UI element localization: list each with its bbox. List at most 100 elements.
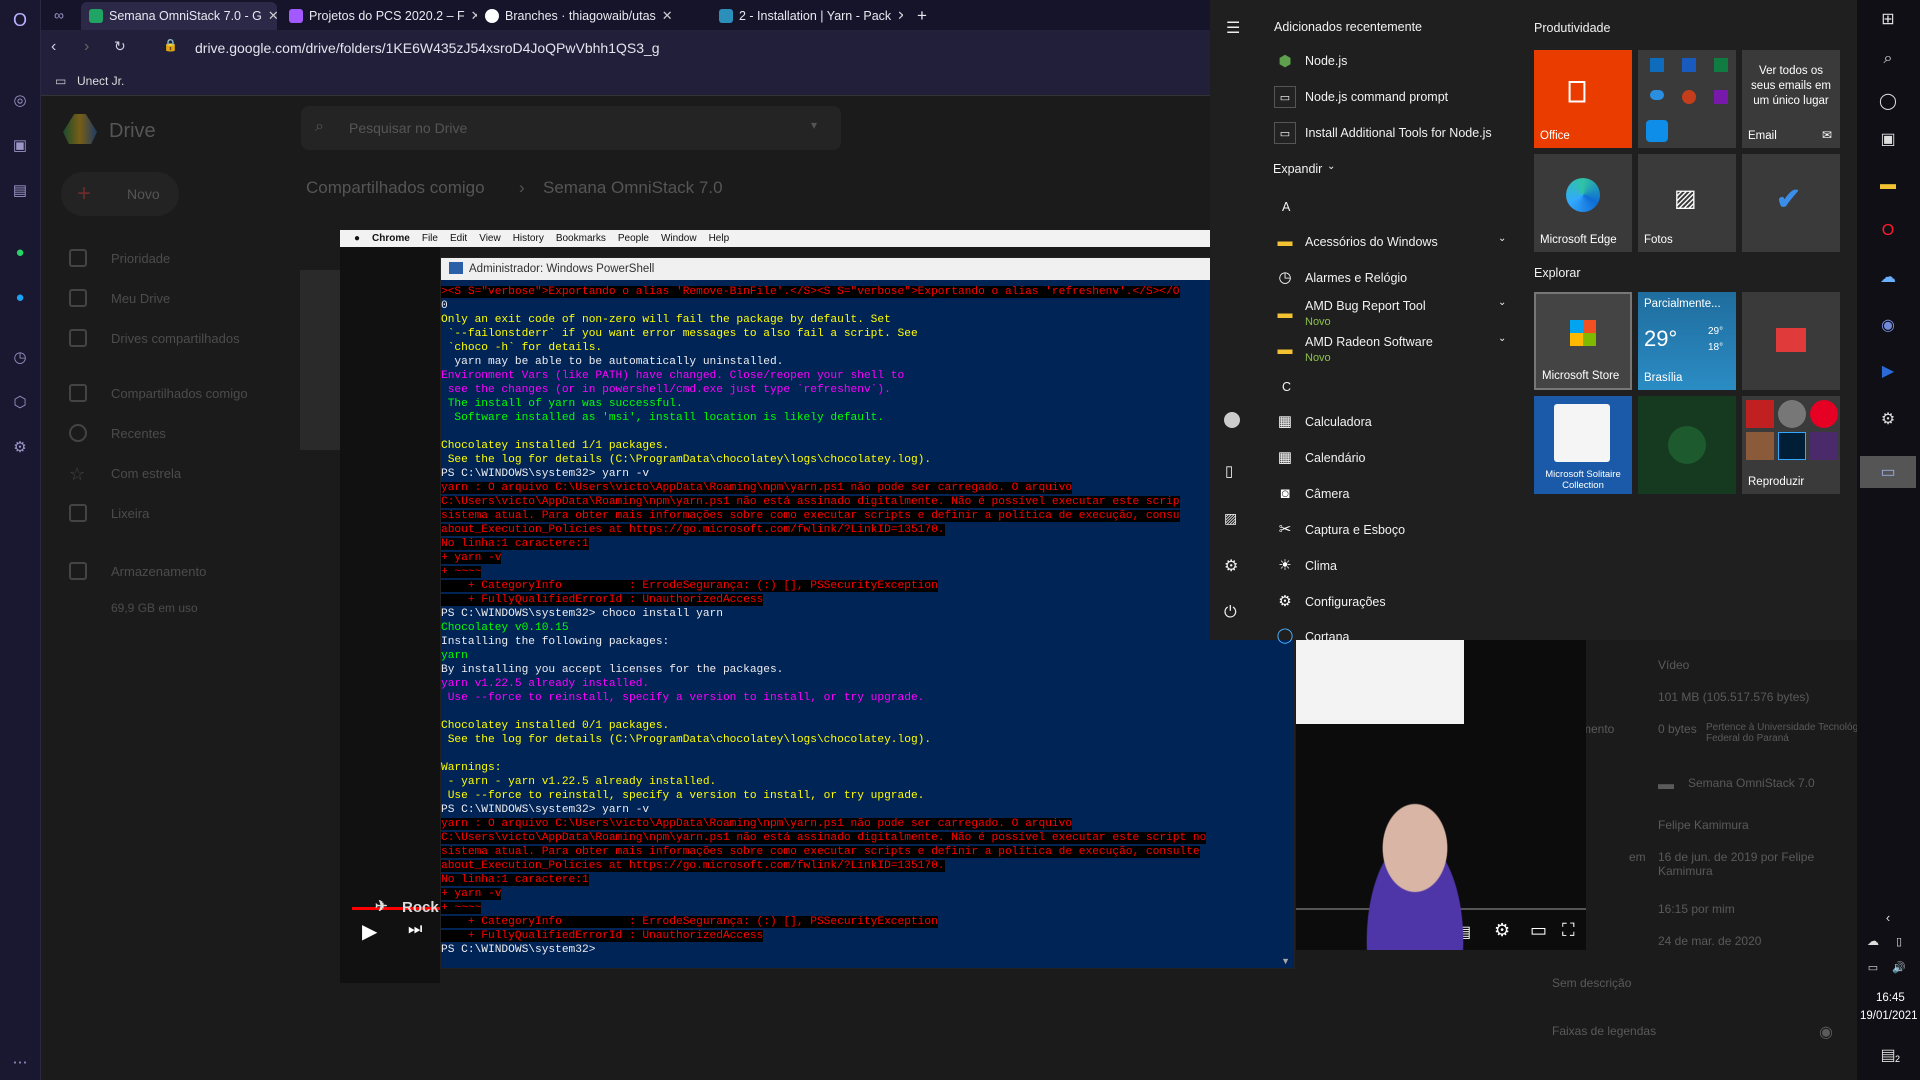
- app-settings[interactable]: Configurações: [1305, 595, 1386, 609]
- reload-icon[interactable]: ↻: [114, 38, 126, 55]
- app-amd-radeon[interactable]: AMD Radeon Software Novo: [1305, 335, 1433, 364]
- sidebar-item-storage[interactable]: Armazenamento: [111, 564, 206, 579]
- battery-icon[interactable]: ▯: [1888, 930, 1910, 952]
- menu-history[interactable]: History: [513, 233, 544, 244]
- fullscreen-icon[interactable]: ⛶: [1562, 920, 1575, 941]
- detail-location[interactable]: Semana OmniStack 7.0: [1688, 776, 1815, 790]
- breadcrumb-root[interactable]: Compartilhados comigo: [306, 178, 485, 198]
- app-weather[interactable]: Clima: [1305, 559, 1337, 573]
- powershell-output[interactable]: ><S S="verbose">Exportando o alias 'Remo…: [441, 285, 1294, 965]
- chevron-down-icon[interactable]: ⌄: [1498, 333, 1506, 344]
- tile-news[interactable]: [1742, 292, 1840, 390]
- sidebar-item-recent[interactable]: Recentes: [111, 426, 166, 441]
- breadcrumb-folder[interactable]: Semana OmniStack 7.0: [543, 178, 723, 198]
- twitch-icon[interactable]: ▤: [8, 178, 32, 202]
- task-view-icon[interactable]: ▣: [1877, 128, 1899, 150]
- hamburger-icon[interactable]: ☰: [1226, 18, 1240, 38]
- active-window-icon[interactable]: ▭: [1860, 456, 1916, 488]
- detail-captions[interactable]: Faixas de legendas: [1552, 1024, 1656, 1038]
- menu-people[interactable]: People: [618, 233, 649, 244]
- document-icon[interactable]: ▯: [1225, 462, 1233, 480]
- network-icon[interactable]: ▭: [1862, 956, 1884, 978]
- search-input[interactable]: Pesquisar no Drive: [349, 120, 467, 136]
- new-button[interactable]: + Novo: [61, 172, 179, 216]
- app-calendar[interactable]: Calendário: [1305, 451, 1365, 465]
- windows-start-icon[interactable]: ⊞: [1877, 8, 1899, 30]
- tile-play[interactable]: Reproduzir: [1742, 396, 1840, 494]
- tab-drive[interactable]: Semana OmniStack 7.0 - G ✕: [81, 2, 277, 30]
- play-icon[interactable]: ▶: [362, 919, 377, 944]
- tile-store[interactable]: Microsoft Store: [1534, 292, 1632, 390]
- app-nodejs[interactable]: Node.js: [1305, 54, 1347, 68]
- new-tab-icon[interactable]: +: [909, 2, 939, 30]
- menu-view[interactable]: View: [479, 233, 501, 244]
- tile-edge[interactable]: Microsoft Edge: [1534, 154, 1632, 252]
- app-accessories[interactable]: Acessórios do Windows: [1305, 235, 1438, 249]
- bookmark-unect[interactable]: Unect Jr.: [77, 74, 124, 88]
- sidebar-item-trash[interactable]: Lixeira: [111, 506, 149, 521]
- discord-icon[interactable]: ◉: [1877, 314, 1899, 336]
- sidebar-item-starred[interactable]: Com estrela: [111, 466, 181, 481]
- app-snip[interactable]: Captura e Esboço: [1305, 523, 1405, 537]
- tab-menu-icon[interactable]: ∞: [47, 3, 71, 27]
- tile-weather[interactable]: Parcialmente... 29° 29° 18° Brasília: [1638, 292, 1736, 390]
- app-node-prompt[interactable]: Node.js command prompt: [1305, 90, 1448, 104]
- forward-icon[interactable]: ›: [84, 38, 89, 56]
- chevron-down-icon[interactable]: ⌄: [1327, 161, 1335, 172]
- powershell-taskbar-icon[interactable]: ▶: [1877, 360, 1899, 382]
- chevron-down-icon[interactable]: ⌄: [1498, 297, 1506, 308]
- close-icon[interactable]: ✕: [897, 8, 903, 24]
- app-amd-bug[interactable]: AMD Bug Report Tool Novo: [1305, 299, 1426, 328]
- bag-icon[interactable]: ▣: [8, 133, 32, 157]
- close-icon[interactable]: ✕: [268, 8, 277, 24]
- cube-icon[interactable]: ⬡: [8, 390, 32, 414]
- clock-time[interactable]: 16:45: [1876, 992, 1905, 1004]
- clock-date[interactable]: 19/01/2021: [1860, 1010, 1918, 1022]
- search-box[interactable]: ⌕ Pesquisar no Drive ▾: [301, 106, 841, 150]
- settings-taskbar-icon[interactable]: ⚙: [1877, 408, 1899, 430]
- powershell-window[interactable]: Administrador: Windows PowerShell — ><S …: [440, 257, 1295, 969]
- cloud-app-icon[interactable]: ☁: [1877, 266, 1899, 288]
- avatar[interactable]: [1224, 412, 1240, 428]
- powershell-titlebar[interactable]: Administrador: Windows PowerShell —: [441, 258, 1294, 280]
- menu-chrome[interactable]: Chrome: [372, 233, 410, 244]
- history-icon[interactable]: ◷: [8, 345, 32, 369]
- volume-icon[interactable]: 🔊: [1888, 956, 1910, 978]
- opera-icon[interactable]: O: [1877, 220, 1899, 242]
- tile-office-apps[interactable]: [1638, 50, 1736, 148]
- app-cortana[interactable]: Cortana: [1305, 630, 1349, 640]
- whatsapp-icon[interactable]: ●: [8, 240, 32, 264]
- more-icon[interactable]: ⋯: [8, 1050, 32, 1074]
- search-options-icon[interactable]: ▾: [811, 118, 817, 132]
- tab-yarn[interactable]: 2 - Installation | Yarn - Pack ✕: [711, 2, 903, 30]
- apple-icon[interactable]: ●: [354, 233, 360, 244]
- menu-window[interactable]: Window: [661, 233, 697, 244]
- menu-bookmarks[interactable]: Bookmarks: [556, 233, 606, 244]
- twitter-icon[interactable]: ●: [8, 285, 32, 309]
- file-explorer-icon[interactable]: ▬: [1877, 174, 1899, 196]
- tab-figma[interactable]: Projetos do PCS 2020.2 – F ✕: [281, 2, 477, 30]
- url-field[interactable]: drive.google.com/drive/folders/1KE6W435z…: [195, 40, 660, 56]
- app-calculator[interactable]: Calculadora: [1305, 415, 1372, 429]
- tile-solitaire[interactable]: Microsoft Solitaire Collection: [1534, 396, 1632, 494]
- eye-icon[interactable]: ◉: [1819, 1022, 1833, 1042]
- search-icon[interactable]: ⌕: [1877, 48, 1899, 70]
- tab-github[interactable]: Branches · thiagowaib/utas ✕: [477, 2, 705, 30]
- tile-todo[interactable]: ✔: [1742, 154, 1840, 252]
- chevron-down-icon[interactable]: ⌄: [1498, 233, 1506, 244]
- app-camera[interactable]: Câmera: [1305, 487, 1349, 501]
- tile-email[interactable]: Ver todos os seus emails em um único lug…: [1742, 50, 1840, 148]
- letter-a[interactable]: A: [1282, 200, 1290, 214]
- chevron-left-icon[interactable]: ‹: [1877, 906, 1899, 928]
- tile-office[interactable]: ⎕ Office: [1534, 50, 1632, 148]
- app-node-tools[interactable]: Install Additional Tools for Node.js: [1305, 126, 1492, 140]
- tile-photos[interactable]: ▨ Fotos: [1638, 154, 1736, 252]
- speed-dial-icon[interactable]: ◎: [8, 88, 32, 112]
- power-icon[interactable]: ⏻: [1224, 604, 1237, 622]
- gear-icon[interactable]: ⚙: [1494, 920, 1510, 941]
- sidebar-item-priority[interactable]: Prioridade: [111, 251, 170, 266]
- cloud-icon[interactable]: ☁: [1862, 930, 1884, 952]
- back-icon[interactable]: ‹: [51, 38, 56, 56]
- menu-file[interactable]: File: [422, 233, 438, 244]
- close-icon[interactable]: ✕: [662, 8, 673, 24]
